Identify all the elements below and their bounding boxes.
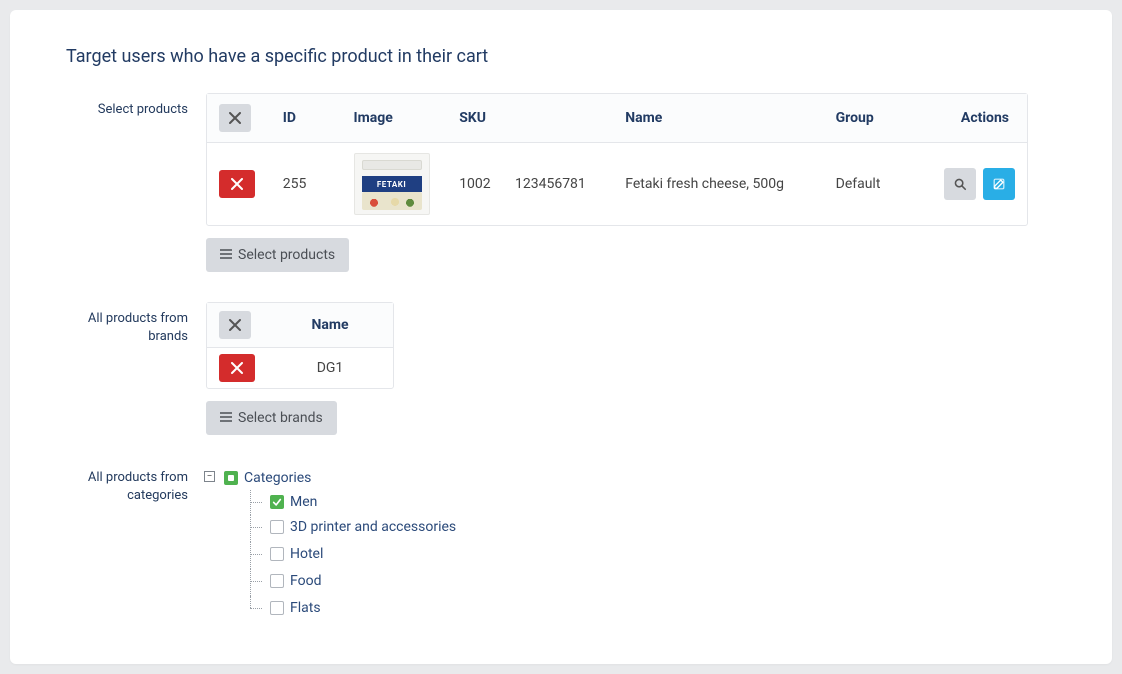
menu-icon xyxy=(220,248,232,262)
th-actions: Actions xyxy=(931,94,1027,143)
close-icon xyxy=(231,178,243,190)
row-select-products: Select products xyxy=(66,93,1056,272)
magnifier-icon xyxy=(953,177,967,191)
table-row: DG1 xyxy=(207,348,393,388)
label-categories: All products from categories xyxy=(66,465,206,505)
select-brands-button[interactable]: Select brands xyxy=(206,401,337,435)
tree-checkbox[interactable] xyxy=(270,574,284,588)
product-image-brand-text: FETAKI xyxy=(362,176,422,192)
th-id: ID xyxy=(271,94,342,143)
th-brand-name: Name xyxy=(267,303,393,348)
label-select-products: Select products xyxy=(66,93,206,119)
page-title: Target users who have a specific product… xyxy=(66,46,1056,67)
clear-brands-button[interactable] xyxy=(219,311,251,339)
cell-brand-name: DG1 xyxy=(267,348,393,388)
remove-product-button[interactable] xyxy=(219,170,255,198)
cell-id: 255 xyxy=(271,143,342,225)
close-icon xyxy=(229,112,241,124)
clear-products-button[interactable] xyxy=(219,104,251,132)
edit-product-button[interactable] xyxy=(983,168,1015,200)
cell-barcode: 123456781 xyxy=(515,176,586,192)
close-icon xyxy=(231,362,243,374)
categories-tree: − Categories xyxy=(206,465,1056,623)
select-products-button[interactable]: Select products xyxy=(206,238,349,272)
remove-brand-button[interactable] xyxy=(219,354,255,382)
tree-checkbox-root[interactable] xyxy=(224,471,238,485)
cell-group: Default xyxy=(824,143,932,225)
cell-sku: 1002 xyxy=(459,176,490,192)
check-icon xyxy=(272,497,282,507)
label-brands: All products from brands xyxy=(66,302,206,346)
tree-node[interactable]: Men xyxy=(290,490,317,514)
th-image: Image xyxy=(342,94,448,143)
product-image: FETAKI xyxy=(354,153,430,215)
tree-toggle[interactable]: − xyxy=(204,471,215,482)
th-group: Group xyxy=(824,94,932,143)
tree-node[interactable]: Flats xyxy=(290,596,321,620)
view-product-button[interactable] xyxy=(944,168,976,200)
tree-checkbox[interactable] xyxy=(270,547,284,561)
edit-icon xyxy=(992,177,1006,191)
table-row: 255 FETAKI 1002 xyxy=(207,143,1027,225)
tree-node-root[interactable]: Categories xyxy=(244,466,311,490)
tree-checkbox[interactable] xyxy=(270,495,284,509)
select-brands-button-label: Select brands xyxy=(238,411,323,425)
th-name: Name xyxy=(613,94,823,143)
brands-table: Name DG1 xyxy=(206,302,394,389)
row-categories: All products from categories − Categorie… xyxy=(66,465,1056,623)
tree-checkbox[interactable] xyxy=(270,601,284,615)
cell-name: Fetaki fresh cheese, 500g xyxy=(613,143,823,225)
close-icon xyxy=(229,319,241,331)
tree-node[interactable]: Hotel xyxy=(290,542,323,566)
th-sku: SKU xyxy=(447,94,613,143)
tree-checkbox[interactable] xyxy=(270,520,284,534)
row-brands: All products from brands xyxy=(66,302,1056,435)
select-products-button-label: Select products xyxy=(238,248,335,262)
menu-icon xyxy=(220,411,232,425)
tree-node[interactable]: Food xyxy=(290,569,321,593)
tree-node[interactable]: 3D printer and accessories xyxy=(290,515,456,539)
products-table: ID Image SKU Name Group Actions xyxy=(206,93,1028,226)
panel: Target users who have a specific product… xyxy=(10,10,1112,664)
